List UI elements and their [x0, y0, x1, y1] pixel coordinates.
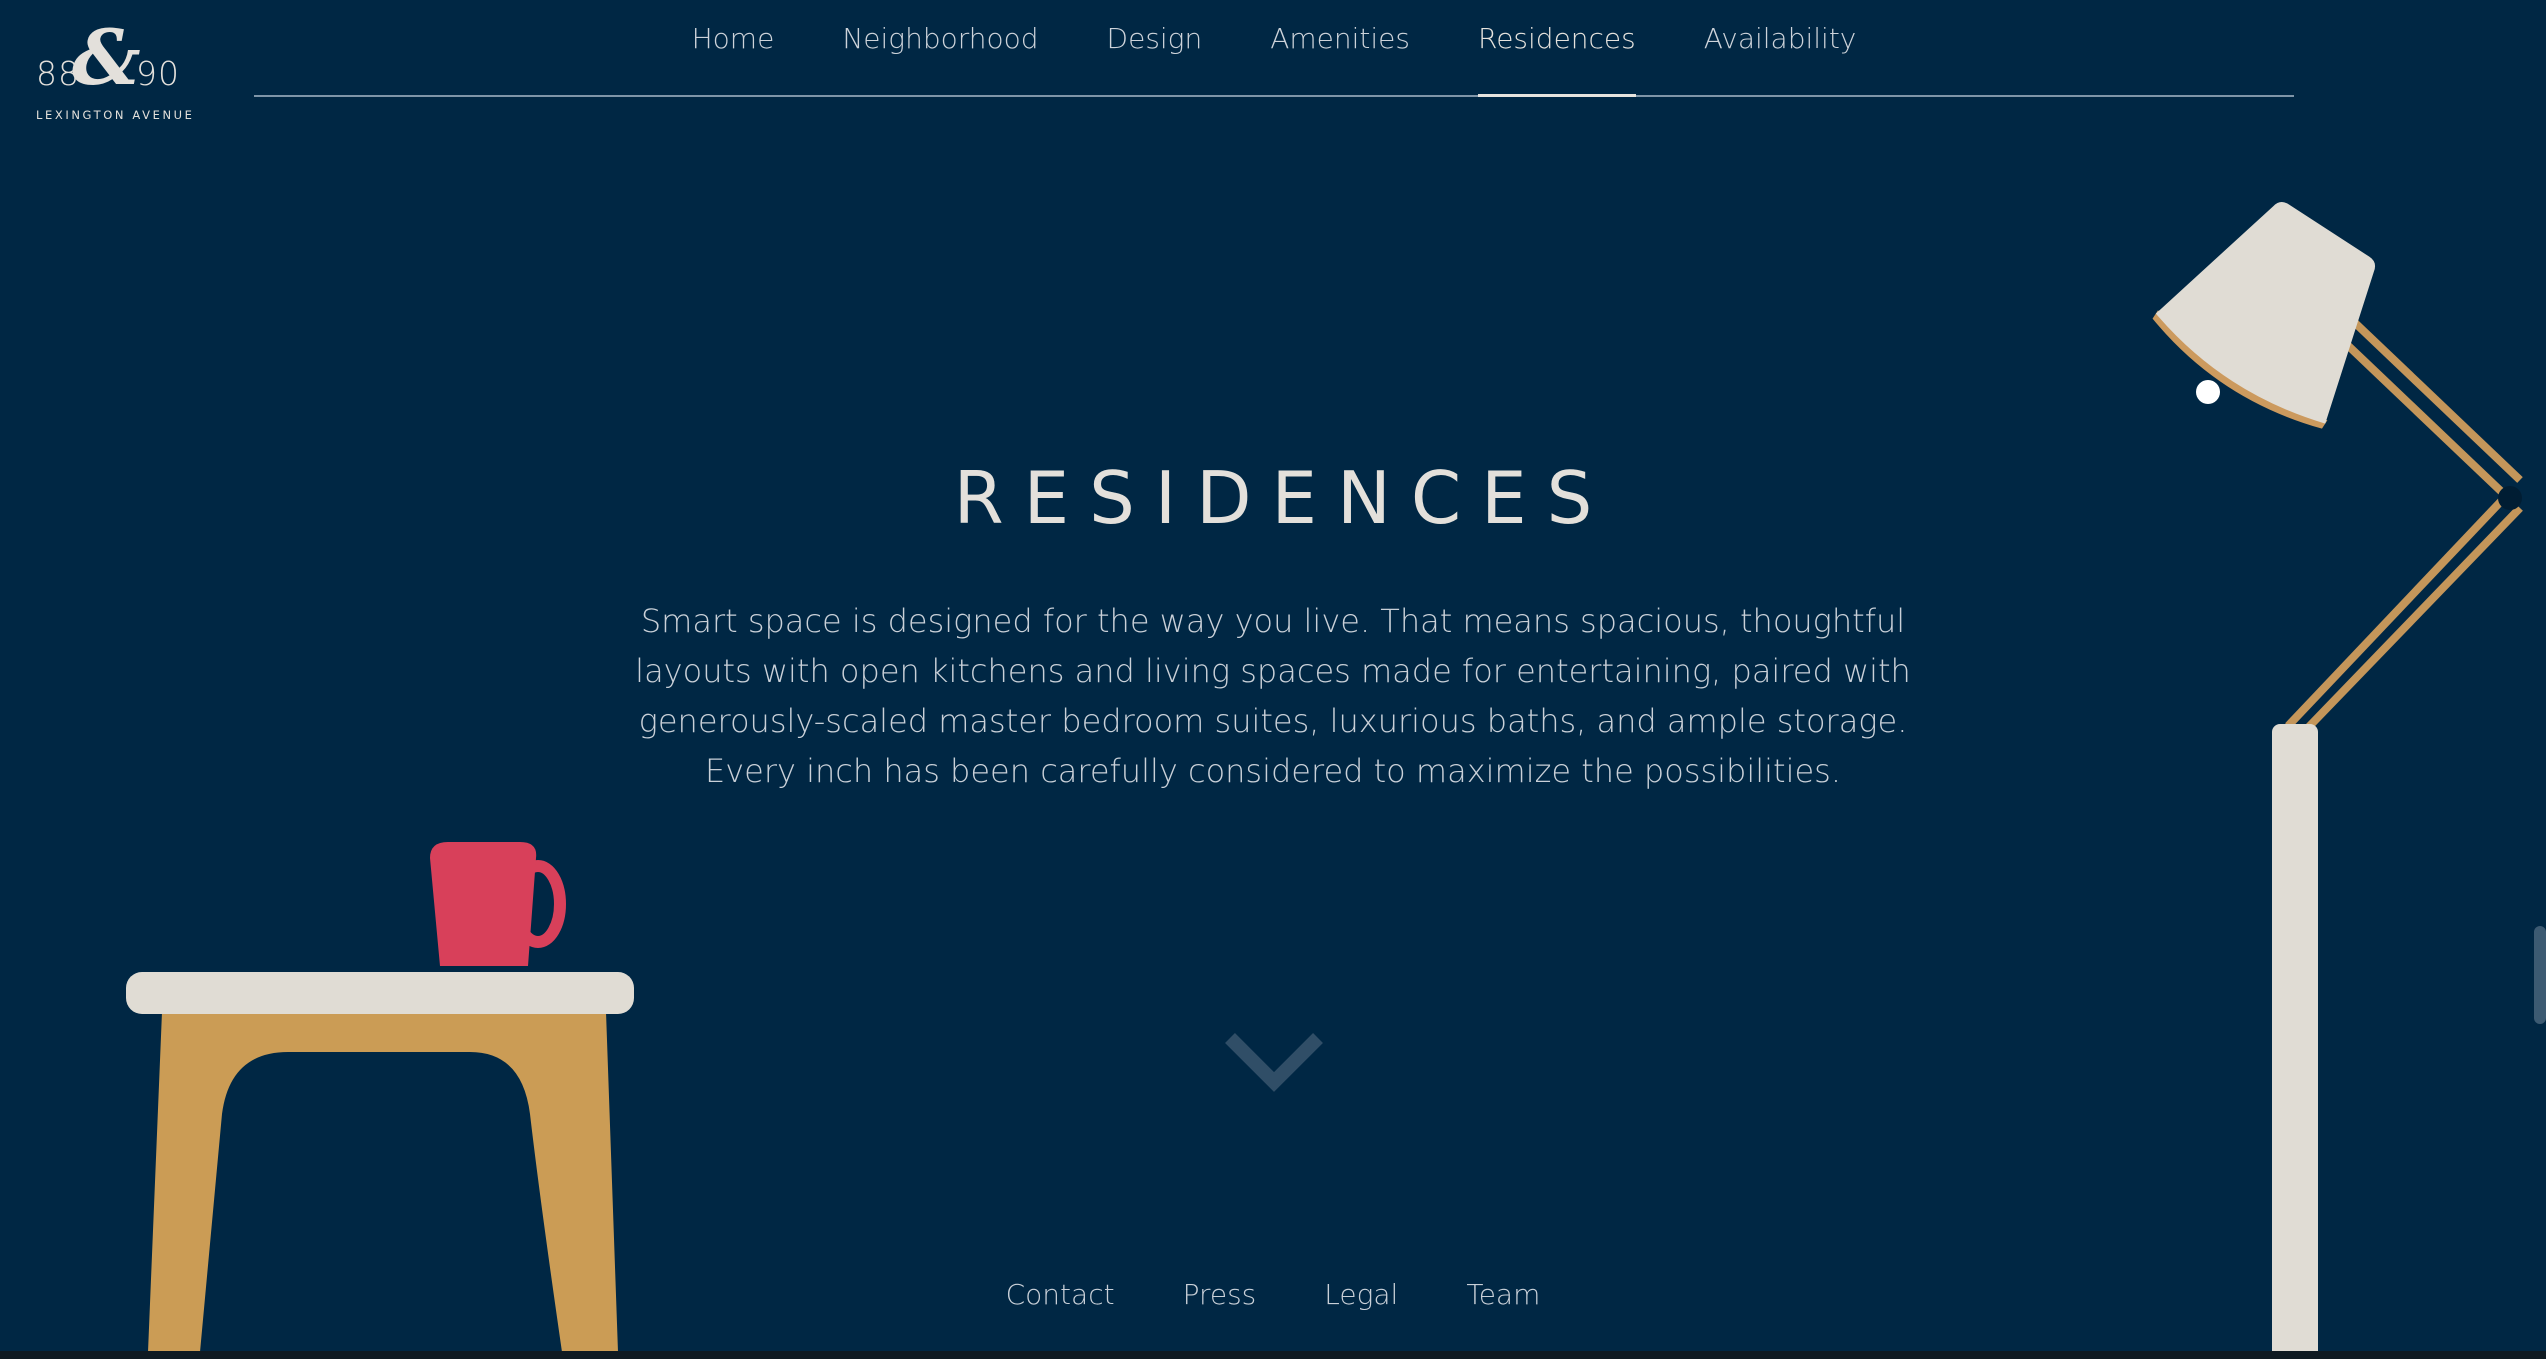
- footer-link-team[interactable]: Team: [1466, 1278, 1540, 1311]
- chevron-down-icon[interactable]: [1224, 1030, 1324, 1100]
- page-description: Smart space is designed for the way you …: [635, 602, 1911, 790]
- table-top-illustration: [126, 972, 634, 1014]
- logo-number-right: 90: [136, 54, 180, 93]
- nav-item-neighborhood[interactable]: Neighborhood: [842, 22, 1038, 55]
- footer-link-contact[interactable]: Contact: [1006, 1278, 1115, 1311]
- residences-page: 88 & 90 LEXINGTON AVENUE Home Neighborho…: [0, 0, 2546, 1359]
- nav-item-design[interactable]: Design: [1107, 22, 1203, 55]
- nav-item-residences[interactable]: Residences: [1478, 22, 1636, 97]
- logo[interactable]: 88 & 90 LEXINGTON AVENUE: [36, 20, 192, 125]
- footer-nav: Contact Press Legal Team: [0, 1278, 2546, 1311]
- nav-item-amenities[interactable]: Amenities: [1270, 22, 1410, 55]
- mug-illustration: [430, 842, 566, 966]
- footer-link-legal[interactable]: Legal: [1324, 1278, 1398, 1311]
- nav-item-availability[interactable]: Availability: [1704, 22, 1857, 55]
- lamp-bulb-illustration: [2196, 380, 2220, 404]
- lamp-shade-illustration: [2152, 202, 2376, 429]
- floor-lamp-illustration: [2152, 202, 2523, 1359]
- lamp-pole-illustration: [2272, 724, 2318, 1359]
- nav-item-home[interactable]: Home: [692, 22, 775, 55]
- main-nav: Home Neighborhood Design Amenities Resid…: [254, 0, 2294, 97]
- logo-subtitle: LEXINGTON AVENUE: [36, 108, 195, 122]
- bottom-strip: [0, 1351, 2546, 1359]
- footer-link-press[interactable]: Press: [1183, 1278, 1257, 1311]
- logo-ampersand: &: [72, 13, 141, 102]
- scrollbar-thumb[interactable]: [2534, 926, 2546, 1024]
